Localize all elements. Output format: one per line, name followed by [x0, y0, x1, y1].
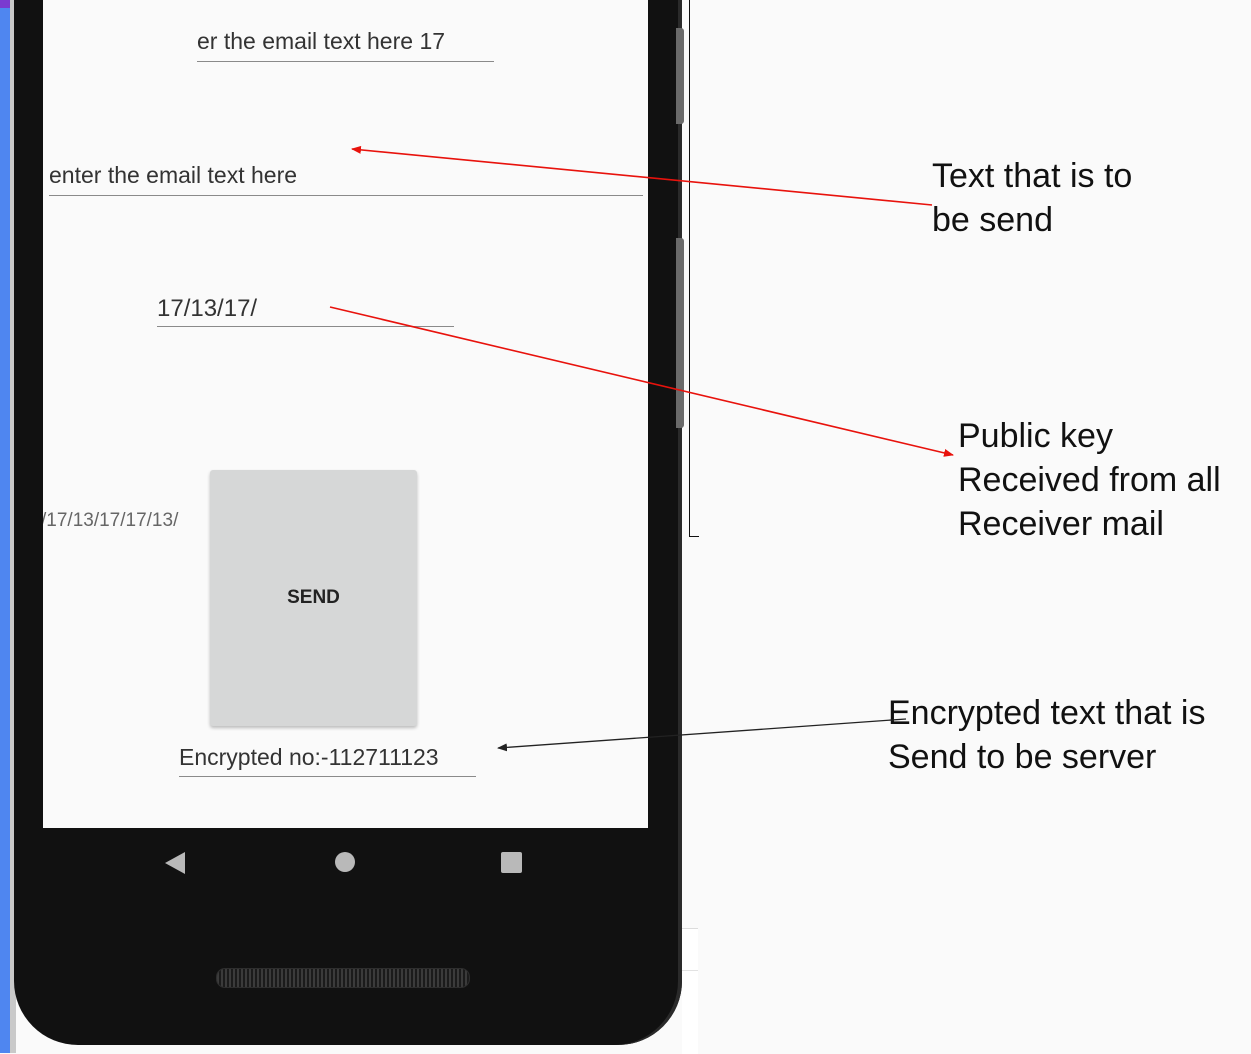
annotation-arrows	[329, 145, 954, 752]
arrow-encrypted-text	[497, 718, 907, 752]
arrow-text-to-send	[351, 145, 933, 206]
arrow-public-key	[329, 306, 954, 457]
